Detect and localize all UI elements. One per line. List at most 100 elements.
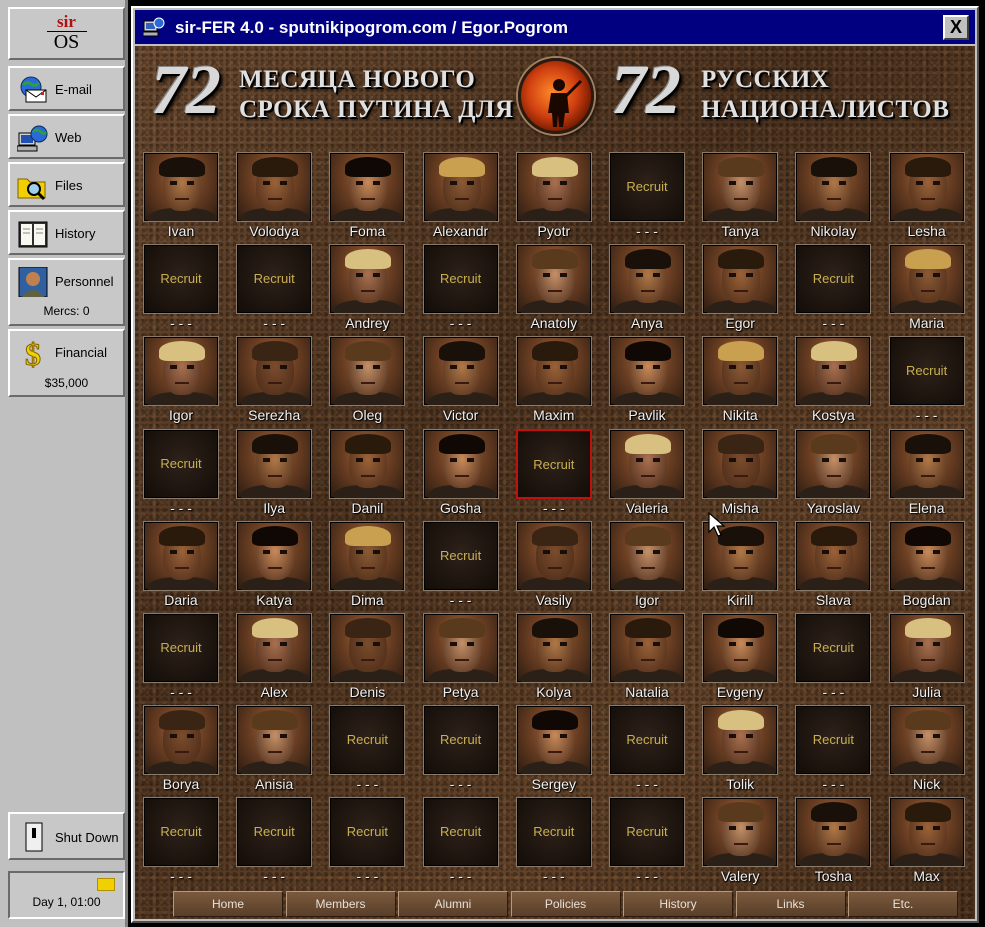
member-portrait[interactable] xyxy=(702,613,779,683)
member-slot[interactable]: Anisia xyxy=(228,705,318,797)
member-slot[interactable]: Nikolay xyxy=(787,152,877,244)
member-portrait[interactable] xyxy=(888,797,965,868)
member-portrait[interactable] xyxy=(422,152,499,222)
member-portrait[interactable] xyxy=(143,520,219,591)
member-slot[interactable]: Alexandr xyxy=(415,152,505,244)
member-portrait[interactable] xyxy=(515,705,592,776)
member-slot[interactable]: Denis xyxy=(321,613,411,705)
recruit-slot[interactable]: Recruit xyxy=(422,520,499,591)
recruit-slot[interactable]: Recruit xyxy=(609,705,685,776)
member-portrait[interactable] xyxy=(702,336,779,407)
member-portrait[interactable] xyxy=(888,520,965,591)
member-slot[interactable]: Maxim xyxy=(508,336,598,428)
recruit-slot[interactable]: Recruit xyxy=(515,428,592,499)
member-portrait[interactable] xyxy=(609,336,685,407)
close-button[interactable]: X xyxy=(943,15,969,40)
member-slot[interactable]: Serezha xyxy=(228,336,318,428)
member-portrait[interactable] xyxy=(329,244,406,315)
member-slot[interactable]: Daria xyxy=(135,520,225,613)
member-slot[interactable]: Pyotr xyxy=(508,152,598,244)
member-slot[interactable]: Recruit - - - xyxy=(601,797,691,889)
recruit-slot[interactable]: Recruit xyxy=(422,797,499,868)
member-slot[interactable]: Recruit - - - xyxy=(787,613,877,705)
folder-icon[interactable] xyxy=(97,878,115,891)
member-portrait[interactable] xyxy=(888,244,965,315)
member-portrait[interactable] xyxy=(795,520,872,591)
member-portrait[interactable] xyxy=(329,152,406,222)
member-portrait[interactable] xyxy=(329,613,406,683)
member-slot[interactable]: Katya xyxy=(228,520,318,613)
member-slot[interactable]: Ilya xyxy=(228,428,318,521)
member-slot[interactable]: Slava xyxy=(787,520,877,613)
recruit-slot[interactable]: Recruit xyxy=(236,244,313,315)
recruit-slot[interactable]: Recruit xyxy=(795,613,872,683)
member-portrait[interactable] xyxy=(143,336,219,407)
member-portrait[interactable] xyxy=(422,336,499,407)
member-portrait[interactable] xyxy=(143,705,219,776)
member-slot[interactable]: Tosha xyxy=(787,797,877,889)
recruit-slot[interactable]: Recruit xyxy=(609,797,685,868)
recruit-slot[interactable]: Recruit xyxy=(795,705,872,776)
member-slot[interactable]: Valery xyxy=(694,797,784,889)
history-button[interactable]: History xyxy=(8,210,125,255)
recruit-slot[interactable]: Recruit xyxy=(422,244,499,315)
member-slot[interactable]: Tanya xyxy=(694,152,784,244)
recruit-slot[interactable]: Recruit xyxy=(143,428,219,499)
files-button[interactable]: Files xyxy=(8,162,125,207)
member-slot[interactable]: Evgeny xyxy=(694,613,784,705)
member-portrait[interactable] xyxy=(515,244,592,315)
member-slot[interactable]: Recruit - - - xyxy=(228,244,318,336)
member-portrait[interactable] xyxy=(795,428,872,499)
member-slot[interactable]: Dima xyxy=(321,520,411,613)
member-slot[interactable]: Recruit - - - xyxy=(321,705,411,797)
member-slot[interactable]: Petya xyxy=(415,613,505,705)
member-slot[interactable]: Julia xyxy=(881,613,971,705)
member-slot[interactable]: Volodya xyxy=(228,152,318,244)
member-slot[interactable]: Vasily xyxy=(508,520,598,613)
member-slot[interactable]: Recruit - - - xyxy=(881,336,971,428)
member-slot[interactable]: Anya xyxy=(601,244,691,336)
member-slot[interactable]: Recruit - - - xyxy=(415,520,505,613)
title-bar[interactable]: sir-FER 4.0 - sputnikipogrom.com / Egor.… xyxy=(135,10,975,44)
member-slot[interactable]: Recruit - - - xyxy=(415,705,505,797)
recruit-slot[interactable]: Recruit xyxy=(609,152,685,222)
member-portrait[interactable] xyxy=(795,152,872,222)
email-button[interactable]: E-mail xyxy=(8,66,125,111)
member-slot[interactable]: Foma xyxy=(321,152,411,244)
member-slot[interactable]: Recruit - - - xyxy=(415,797,505,889)
member-portrait[interactable] xyxy=(329,336,406,407)
member-slot[interactable]: Recruit - - - xyxy=(787,705,877,797)
recruit-slot[interactable]: Recruit xyxy=(329,797,406,868)
member-portrait[interactable] xyxy=(515,613,592,683)
member-slot[interactable]: Max xyxy=(881,797,971,889)
recruit-slot[interactable]: Recruit xyxy=(795,244,872,315)
member-slot[interactable]: Maria xyxy=(881,244,971,336)
member-slot[interactable]: Andrey xyxy=(321,244,411,336)
member-slot[interactable]: Recruit - - - xyxy=(135,244,225,336)
member-portrait[interactable] xyxy=(236,705,313,776)
nav-links-button[interactable]: Links xyxy=(735,891,846,917)
member-portrait[interactable] xyxy=(515,520,592,591)
recruit-slot[interactable]: Recruit xyxy=(329,705,406,776)
nav-history-button[interactable]: History xyxy=(623,891,733,917)
member-portrait[interactable] xyxy=(702,428,779,499)
member-portrait[interactable] xyxy=(143,152,219,222)
nav-members-button[interactable]: Members xyxy=(285,891,396,917)
financial-button[interactable]: $ Financial $35,000 xyxy=(8,329,125,397)
member-slot[interactable]: Bogdan xyxy=(881,520,971,613)
member-portrait[interactable] xyxy=(702,244,779,315)
member-slot[interactable]: Recruit - - - xyxy=(228,797,318,889)
member-slot[interactable]: Recruit - - - xyxy=(787,244,877,336)
member-portrait[interactable] xyxy=(702,797,779,868)
member-slot[interactable]: Oleg xyxy=(321,336,411,428)
member-portrait[interactable] xyxy=(702,152,779,222)
member-slot[interactable]: Elena xyxy=(881,428,971,521)
member-slot[interactable]: Igor xyxy=(601,520,691,613)
member-portrait[interactable] xyxy=(609,244,685,315)
member-slot[interactable]: Recruit - - - xyxy=(135,613,225,705)
member-slot[interactable]: Ivan xyxy=(135,152,225,244)
member-slot[interactable]: Recruit - - - xyxy=(601,705,691,797)
member-portrait[interactable] xyxy=(795,797,872,868)
member-portrait[interactable] xyxy=(236,336,313,407)
member-portrait[interactable] xyxy=(236,152,313,222)
